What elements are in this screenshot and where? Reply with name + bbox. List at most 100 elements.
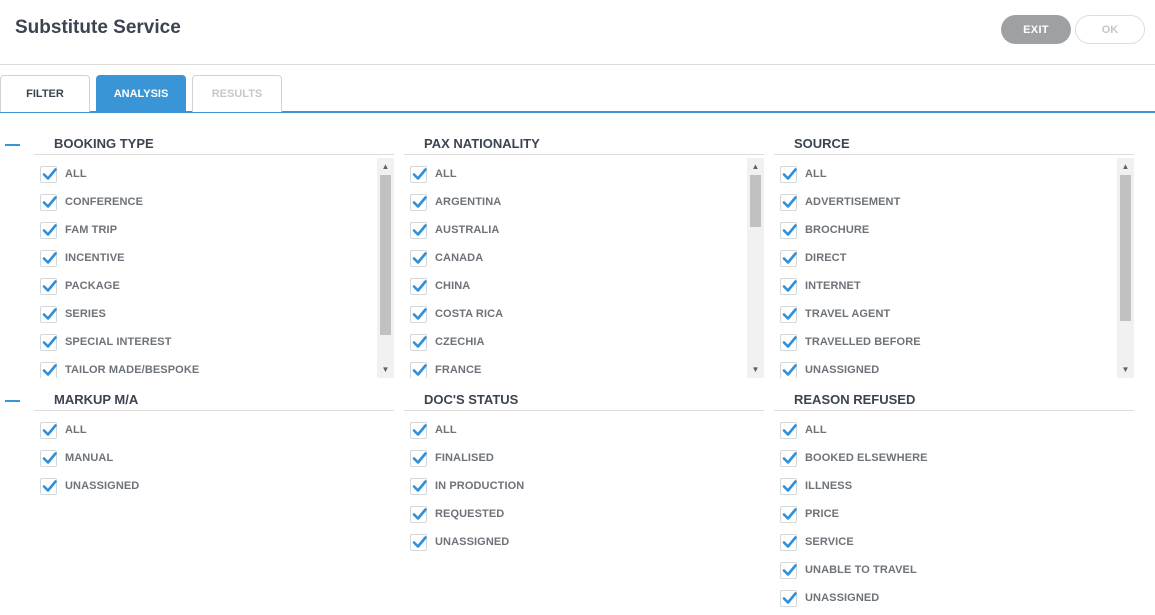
checkbox[interactable] <box>410 221 427 239</box>
checkbox-item[interactable]: ILLNESS <box>774 476 852 496</box>
checkbox-item[interactable]: REQUESTED <box>404 504 504 524</box>
checkbox-item[interactable]: UNASSIGNED <box>404 532 509 552</box>
checkbox-item[interactable]: CHINA <box>404 276 470 296</box>
checkbox-item[interactable]: CANADA <box>404 248 483 268</box>
tab-results[interactable]: RESULTS <box>192 75 282 112</box>
checkbox[interactable] <box>40 333 57 351</box>
checkbox[interactable] <box>410 333 427 351</box>
scroll-down-icon[interactable]: ▼ <box>1117 361 1134 378</box>
scrollbar[interactable]: ▲ ▼ <box>747 158 764 378</box>
checkbox[interactable] <box>780 277 797 295</box>
scrollbar-thumb[interactable] <box>1120 175 1131 321</box>
checkbox-item[interactable]: AUSTRALIA <box>404 220 499 240</box>
checkbox[interactable] <box>410 249 427 267</box>
checkbox[interactable] <box>780 305 797 323</box>
checkbox-item[interactable]: FINALISED <box>404 448 494 468</box>
checkbox-item[interactable]: ALL <box>34 420 87 440</box>
checkbox[interactable] <box>410 505 427 523</box>
checkbox[interactable] <box>40 361 57 378</box>
scroll-up-icon[interactable]: ▲ <box>377 158 394 175</box>
scrollbar[interactable]: ▲ ▼ <box>377 158 394 378</box>
checkbox[interactable] <box>780 421 797 439</box>
checkbox-item[interactable]: CZECHIA <box>404 332 485 352</box>
checkbox[interactable] <box>410 165 427 183</box>
checkbox[interactable] <box>40 221 57 239</box>
checkbox-item[interactable]: SERIES <box>34 304 106 324</box>
scroll-up-icon[interactable]: ▲ <box>747 158 764 175</box>
checkbox-item[interactable]: BOOKED ELSEWHERE <box>774 448 928 468</box>
ok-button[interactable]: OK <box>1075 15 1145 44</box>
scroll-down-icon[interactable]: ▼ <box>747 361 764 378</box>
checkbox-item[interactable]: MANUAL <box>34 448 113 468</box>
checkbox[interactable] <box>40 421 57 439</box>
checkbox[interactable] <box>780 165 797 183</box>
checkbox-item[interactable]: FAM TRIP <box>34 220 117 240</box>
checkbox-item[interactable]: DIRECT <box>774 248 847 268</box>
checkbox-item[interactable]: ALL <box>774 420 827 440</box>
collapse-row-1-button[interactable] <box>5 144 20 146</box>
checkbox-item[interactable]: TRAVEL AGENT <box>774 304 890 324</box>
checkbox[interactable] <box>40 305 57 323</box>
checkbox-item[interactable]: ALL <box>404 164 457 184</box>
checkbox[interactable] <box>410 421 427 439</box>
checkbox-item[interactable]: PACKAGE <box>34 276 120 296</box>
checkbox[interactable] <box>780 221 797 239</box>
checkbox-item[interactable]: ADVERTISEMENT <box>774 192 900 212</box>
checkbox-item[interactable]: UNASSIGNED <box>774 588 879 608</box>
checkbox-item[interactable]: FRANCE <box>404 360 481 378</box>
checkbox[interactable] <box>780 533 797 551</box>
checkbox-item[interactable]: CONFERENCE <box>34 192 143 212</box>
checkbox[interactable] <box>410 361 427 378</box>
checkbox[interactable] <box>410 477 427 495</box>
checkbox[interactable] <box>410 533 427 551</box>
checkbox-item[interactable]: BROCHURE <box>774 220 869 240</box>
scrollbar-thumb[interactable] <box>750 175 761 227</box>
checkbox[interactable] <box>40 249 57 267</box>
checkbox-item[interactable]: INCENTIVE <box>34 248 125 268</box>
checkbox[interactable] <box>40 193 57 211</box>
checkbox-item[interactable]: TRAVELLED BEFORE <box>774 332 921 352</box>
checkbox[interactable] <box>40 449 57 467</box>
checkbox[interactable] <box>780 449 797 467</box>
checkbox-item[interactable]: UNABLE TO TRAVEL <box>774 560 917 580</box>
scroll-down-icon[interactable]: ▼ <box>377 361 394 378</box>
checkbox[interactable] <box>40 165 57 183</box>
checkbox-item[interactable]: COSTA RICA <box>404 304 503 324</box>
checkbox-label: SPECIAL INTEREST <box>65 336 172 348</box>
tab-filter[interactable]: FILTER <box>0 75 90 112</box>
checkbox-item[interactable]: UNASSIGNED <box>774 360 879 378</box>
checkbox[interactable] <box>780 193 797 211</box>
checkbox-item[interactable]: PRICE <box>774 504 839 524</box>
checkbox[interactable] <box>780 561 797 579</box>
checkbox-item[interactable]: ALL <box>34 164 87 184</box>
collapse-row-2-button[interactable] <box>5 400 20 402</box>
checkbox-item[interactable]: TAILOR MADE/BESPOKE <box>34 360 199 378</box>
checkbox[interactable] <box>410 449 427 467</box>
checkbox[interactable] <box>780 361 797 378</box>
checkbox[interactable] <box>780 249 797 267</box>
checkbox-item[interactable]: UNASSIGNED <box>34 476 139 496</box>
checkbox-item[interactable]: ALL <box>404 420 457 440</box>
scroll-up-icon[interactable]: ▲ <box>1117 158 1134 175</box>
checkbox-item[interactable]: INTERNET <box>774 276 861 296</box>
checkmark-icon <box>42 335 57 348</box>
checkbox[interactable] <box>410 193 427 211</box>
scrollbar[interactable]: ▲ ▼ <box>1117 158 1134 378</box>
checkbox[interactable] <box>40 477 57 495</box>
checkbox-item[interactable]: IN PRODUCTION <box>404 476 524 496</box>
checkbox[interactable] <box>410 305 427 323</box>
checkbox-item[interactable]: SERVICE <box>774 532 854 552</box>
checkbox[interactable] <box>780 505 797 523</box>
tab-analysis[interactable]: ANALYSIS <box>96 75 186 112</box>
checkbox[interactable] <box>780 333 797 351</box>
exit-button[interactable]: EXIT <box>1001 15 1071 44</box>
checkbox-item[interactable]: ALL <box>774 164 827 184</box>
checkbox-item[interactable]: ARGENTINA <box>404 192 501 212</box>
checkbox[interactable] <box>780 589 797 607</box>
checkbox[interactable] <box>780 477 797 495</box>
scrollbar-thumb[interactable] <box>380 175 391 335</box>
checkbox[interactable] <box>40 277 57 295</box>
checkbox-item[interactable]: SPECIAL INTEREST <box>34 332 172 352</box>
checkbox[interactable] <box>410 277 427 295</box>
checkbox-label: UNASSIGNED <box>435 536 510 548</box>
